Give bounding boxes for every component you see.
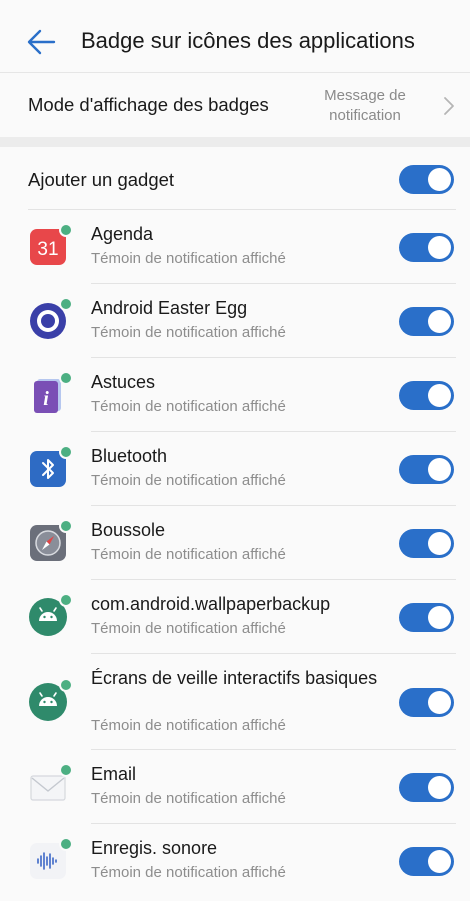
chevron-right-icon <box>444 97 454 115</box>
badge-mode-label: Mode d'affichage des badges <box>28 94 269 115</box>
badge-dot <box>59 297 73 311</box>
badge-dot <box>59 371 73 385</box>
back-arrow-icon[interactable] <box>26 28 56 56</box>
app-row-screensavers[interactable]: Écrans de veille interactifs basiques Té… <box>0 654 470 750</box>
app-list: Ajouter un gadget 31 Agenda Témoin de no… <box>0 147 470 898</box>
app-row-bluetooth[interactable]: Bluetooth Témoin de notification affiché <box>0 432 470 506</box>
badge-dot <box>59 837 73 851</box>
badge-mode-value-line1: Message de <box>324 87 406 104</box>
badge-dot <box>59 223 73 237</box>
app-row-email[interactable]: Email Témoin de notification affiché <box>0 750 470 824</box>
badge-dot <box>59 678 73 692</box>
app-name: Astuces <box>91 372 156 392</box>
app-status: Témoin de notification affiché <box>91 864 286 881</box>
badge-dot <box>59 763 73 777</box>
calendar-day: 31 <box>37 239 58 260</box>
add-gadget-toggle[interactable] <box>399 165 454 194</box>
app-name: com.android.wallpaperbackup <box>91 594 331 614</box>
toggle-knob <box>428 606 451 629</box>
app-badges-settings-screen: Badge sur icônes des applications Mode d… <box>0 0 470 901</box>
toggle-knob <box>428 691 451 714</box>
app-name: Bluetooth <box>91 446 168 466</box>
app-status: Témoin de notification affiché <box>91 472 286 489</box>
app-name: Boussole <box>91 520 166 540</box>
app-name: Email <box>91 764 137 784</box>
badge-dot <box>59 445 73 459</box>
page-title: Badge sur icônes des applications <box>81 28 415 53</box>
toggle-knob <box>428 236 451 259</box>
badge-mode-value-line2: notification <box>329 107 401 124</box>
toggle-knob <box>428 532 451 555</box>
badge-mode-row[interactable]: Mode d'affichage des badges Message de n… <box>0 73 470 137</box>
app-status: Témoin de notification affiché <box>91 546 286 563</box>
header: Badge sur icônes des applications <box>0 0 470 73</box>
app-name: Android Easter Egg <box>91 298 248 318</box>
email-toggle[interactable] <box>399 773 454 802</box>
badge-dot <box>59 519 73 533</box>
app-row-android-easter-egg[interactable]: Android Easter Egg Témoin de notificatio… <box>0 284 470 358</box>
astuces-toggle[interactable] <box>399 381 454 410</box>
app-status: Témoin de notification affiché <box>91 398 286 415</box>
toggle-knob <box>428 310 451 333</box>
app-status: Témoin de notification affiché <box>91 250 286 267</box>
toggle-knob <box>428 776 451 799</box>
tips-glyph: i <box>43 388 49 410</box>
toggle-knob <box>428 458 451 481</box>
toggle-knob <box>428 168 451 191</box>
agenda-toggle[interactable] <box>399 233 454 262</box>
sound-recorder-toggle[interactable] <box>399 847 454 876</box>
toggle-knob <box>428 384 451 407</box>
wallpaperbackup-toggle[interactable] <box>399 603 454 632</box>
app-status: Témoin de notification affiché <box>91 717 286 734</box>
section-separator <box>0 137 470 147</box>
app-name: Agenda <box>91 224 154 244</box>
toggle-knob <box>428 850 451 873</box>
app-row-sound-recorder[interactable]: Enregis. sonore Témoin de notification a… <box>0 824 470 898</box>
add-gadget-row[interactable]: Ajouter un gadget <box>0 147 470 210</box>
badge-mode-value: Message de notification <box>310 86 420 126</box>
badge-dot <box>59 593 73 607</box>
app-row-astuces[interactable]: i Astuces Témoin de notification affiché <box>0 358 470 432</box>
boussole-toggle[interactable] <box>399 529 454 558</box>
add-gadget-label: Ajouter un gadget <box>28 169 175 190</box>
app-row-wallpaperbackup[interactable]: com.android.wallpaperbackup Témoin de no… <box>0 580 470 654</box>
app-status: Témoin de notification affiché <box>91 790 286 807</box>
app-name: Enregis. sonore <box>91 838 218 858</box>
app-status: Témoin de notification affiché <box>91 324 286 341</box>
android-easter-egg-toggle[interactable] <box>399 307 454 336</box>
bluetooth-toggle[interactable] <box>399 455 454 484</box>
app-status: Témoin de notification affiché <box>91 620 286 637</box>
app-row-boussole[interactable]: Boussole Témoin de notification affiché <box>0 506 470 580</box>
app-row-agenda[interactable]: 31 Agenda Témoin de notification affiché <box>0 210 470 284</box>
screensavers-toggle[interactable] <box>399 688 454 717</box>
app-name: Écrans de veille interactifs basiques <box>91 668 378 688</box>
